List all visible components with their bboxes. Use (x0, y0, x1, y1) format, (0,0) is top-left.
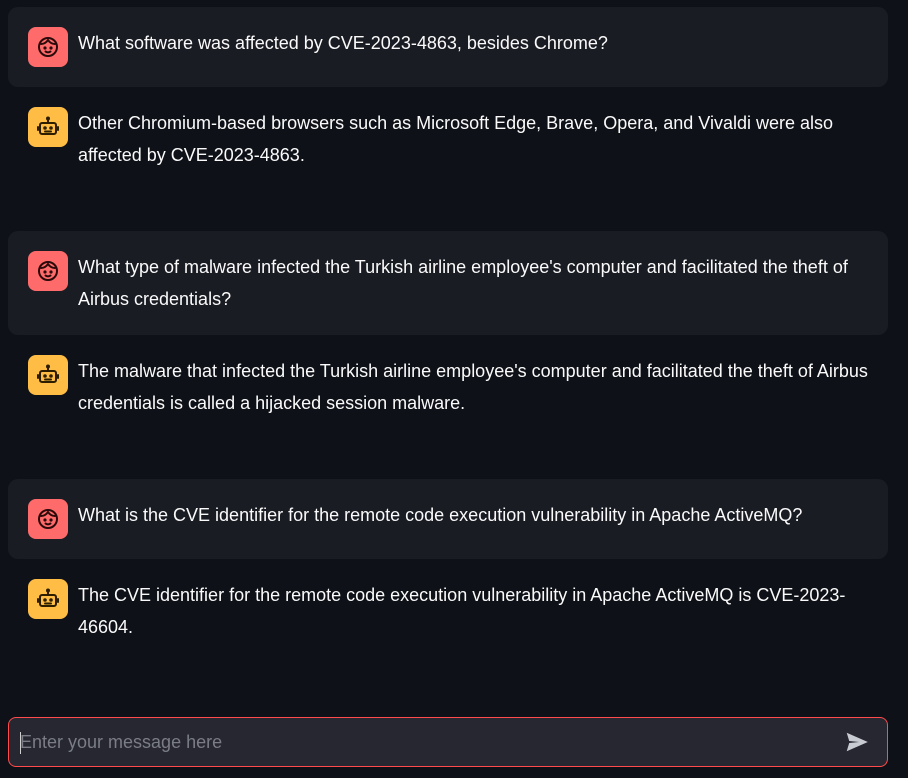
message-text: Other Chromium-based browsers such as Mi… (78, 113, 833, 165)
send-button[interactable] (837, 722, 877, 762)
user-avatar (28, 499, 68, 539)
user-face-icon (38, 37, 58, 57)
message-text: What is the CVE identifier for the remot… (78, 505, 803, 525)
user-avatar (28, 251, 68, 291)
user-face-icon (38, 261, 58, 281)
chat-message-list: What software was affected by CVE-2023-4… (8, 7, 888, 679)
chat-message-assistant: The CVE identifier for the remote code e… (8, 559, 888, 679)
user-face-icon (38, 509, 58, 529)
message-text: What type of malware infected the Turkis… (78, 257, 848, 309)
assistant-avatar (28, 579, 68, 619)
text-cursor (20, 732, 21, 754)
chat-message-user: What is the CVE identifier for the remot… (8, 479, 888, 559)
message-text: What software was affected by CVE-2023-4… (78, 33, 608, 53)
chat-input-container (8, 717, 888, 767)
assistant-avatar (28, 355, 68, 395)
send-icon (846, 732, 868, 752)
message-text: The malware that infected the Turkish ai… (78, 361, 868, 413)
chat-message-assistant: The malware that infected the Turkish ai… (8, 335, 888, 479)
message-text: The CVE identifier for the remote code e… (78, 585, 846, 637)
chat-message-user: What type of malware infected the Turkis… (8, 231, 888, 335)
robot-icon (37, 588, 59, 607)
assistant-avatar (28, 107, 68, 147)
chat-input[interactable] (9, 717, 837, 767)
chat-message-assistant: Other Chromium-based browsers such as Mi… (8, 87, 888, 231)
chat-message-user: What software was affected by CVE-2023-4… (8, 7, 888, 87)
user-avatar (28, 27, 68, 67)
robot-icon (37, 364, 59, 383)
robot-icon (37, 116, 59, 135)
